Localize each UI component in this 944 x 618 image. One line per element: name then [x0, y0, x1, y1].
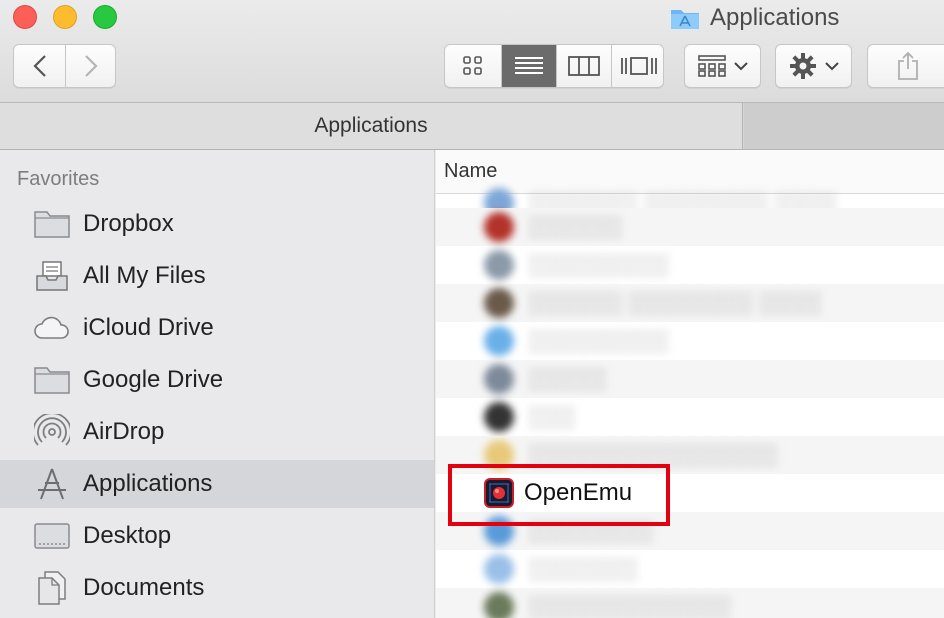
minimize-window-button[interactable] [53, 5, 77, 29]
tab-bar: Applications [0, 103, 944, 150]
folder-icon [33, 205, 71, 243]
sidebar-item-label: All My Files [83, 262, 206, 289]
gear-icon [789, 53, 816, 79]
blurred-list-item: ░░░░░ [476, 360, 856, 398]
sidebar-item-dropbox[interactable]: Dropbox [0, 200, 434, 248]
close-window-button[interactable] [13, 5, 37, 29]
sidebar: Favorites Dropbox All My Files iCloud Dr… [0, 150, 435, 618]
sidebar-item-all-my-files[interactable]: All My Files [0, 252, 434, 300]
back-button[interactable] [14, 45, 65, 87]
sidebar-item-documents[interactable]: Documents [0, 564, 434, 612]
cover-flow-button[interactable] [611, 45, 663, 87]
desktop-icon [33, 517, 71, 555]
sidebar-item-label: Desktop [83, 522, 172, 549]
sidebar-item-applications[interactable]: Applications [0, 460, 434, 508]
arrange-button[interactable] [684, 44, 761, 88]
action-menu-button[interactable] [775, 44, 852, 88]
blurred-list-item: ░░░░░░░░░░░░░ [476, 588, 856, 618]
blurred-row[interactable]: ░░░░░░░░░ [436, 246, 944, 284]
cover-flow-icon [621, 57, 657, 75]
applications-folder-icon [671, 10, 699, 29]
openemu-item[interactable]: OpenEmu [476, 474, 632, 512]
grid-arrange-icon [697, 55, 726, 77]
blurred-list-item: ░░░░░░░░ [476, 512, 856, 550]
blurred-list-item: ░░░░░░░░░░░░░░░░ [476, 436, 856, 474]
column-view-button[interactable] [556, 45, 611, 87]
airdrop-icon [33, 413, 71, 451]
blurred-list-item: ░░░░░░░ [476, 550, 856, 588]
list-view-button[interactable] [501, 45, 556, 87]
window-title-text: Applications [710, 4, 840, 31]
forward-button[interactable] [65, 45, 116, 87]
window-title: Applications [670, 2, 839, 34]
column-view-icon [568, 56, 600, 76]
blurred-row[interactable]: ░░░ [436, 398, 944, 436]
list-view-icon [515, 57, 543, 74]
blurred-list-item: ░░░░░░ [476, 208, 856, 246]
blurred-row[interactable]: ░░░░░░ ░░░░░░░░ ░░░░ [436, 284, 944, 322]
window-toolbar: Applications [0, 0, 944, 103]
cloud-icon [33, 309, 71, 347]
sidebar-item-label: AirDrop [83, 418, 165, 445]
blurred-row[interactable]: ░░░░░░░░░ [436, 322, 944, 360]
back-forward-group [13, 44, 116, 88]
share-icon [897, 51, 918, 80]
zoom-window-button[interactable] [93, 5, 117, 29]
all-files-icon [33, 257, 71, 295]
blurred-row[interactable]: ░░░░░░░░░░░░░░░░ [436, 436, 944, 474]
sidebar-item-desktop[interactable]: Desktop [0, 512, 434, 560]
blurred-list-item: ░░░░░░░░░ [476, 246, 856, 284]
sidebar-item-label: Applications [83, 470, 213, 497]
applications-icon [33, 465, 71, 503]
chevron-down-icon [733, 62, 748, 71]
openemu-app-icon [484, 478, 514, 508]
sidebar-item-airdrop[interactable]: AirDrop [0, 408, 434, 456]
icon-view-icon [462, 56, 482, 75]
blurred-row[interactable]: ░░░░░░░░ [436, 512, 944, 550]
sidebar-item-label: Google Drive [83, 366, 224, 393]
blurred-row[interactable]: ░░░░░ [436, 360, 944, 398]
chevron-left-icon [32, 55, 46, 77]
chevron-down-icon [824, 62, 839, 71]
documents-icon [33, 569, 71, 607]
chevron-right-icon [85, 55, 98, 77]
tab-bar-empty-area[interactable] [744, 103, 944, 149]
view-mode-control [444, 44, 664, 88]
sidebar-item-label: Documents [83, 574, 205, 601]
sidebar-heading-favorites: Favorites [17, 168, 100, 190]
folder-icon [33, 361, 71, 399]
blurred-row[interactable]: ░░░░░░ [436, 208, 944, 246]
file-list: Name ░░░░░░░ ░░░░░░░░ ░░░░ ░░░░░░ ░░░░░░… [436, 150, 944, 618]
blurred-list-item: ░░░░░░░░░ [476, 322, 856, 360]
column-header-label: Name [444, 160, 498, 182]
sidebar-item-icloud-drive[interactable]: iCloud Drive [0, 304, 434, 352]
blurred-list-item: ░░░░░░ ░░░░░░░░ ░░░░ [476, 284, 856, 322]
sidebar-item-google-drive[interactable]: Google Drive [0, 356, 434, 404]
sidebar-item-label: iCloud Drive [83, 314, 214, 341]
blurred-row[interactable]: ░░░░░░░░░░░░░ [436, 588, 944, 618]
tab-applications[interactable]: Applications [0, 103, 743, 149]
icon-view-button[interactable] [445, 45, 500, 87]
sidebar-item-label: Dropbox [83, 210, 174, 237]
openemu-label: OpenEmu [524, 479, 633, 506]
blurred-row[interactable]: ░░░░░░░ [436, 550, 944, 588]
share-button[interactable] [867, 44, 944, 88]
blurred-list-item: ░░░ [476, 398, 856, 436]
